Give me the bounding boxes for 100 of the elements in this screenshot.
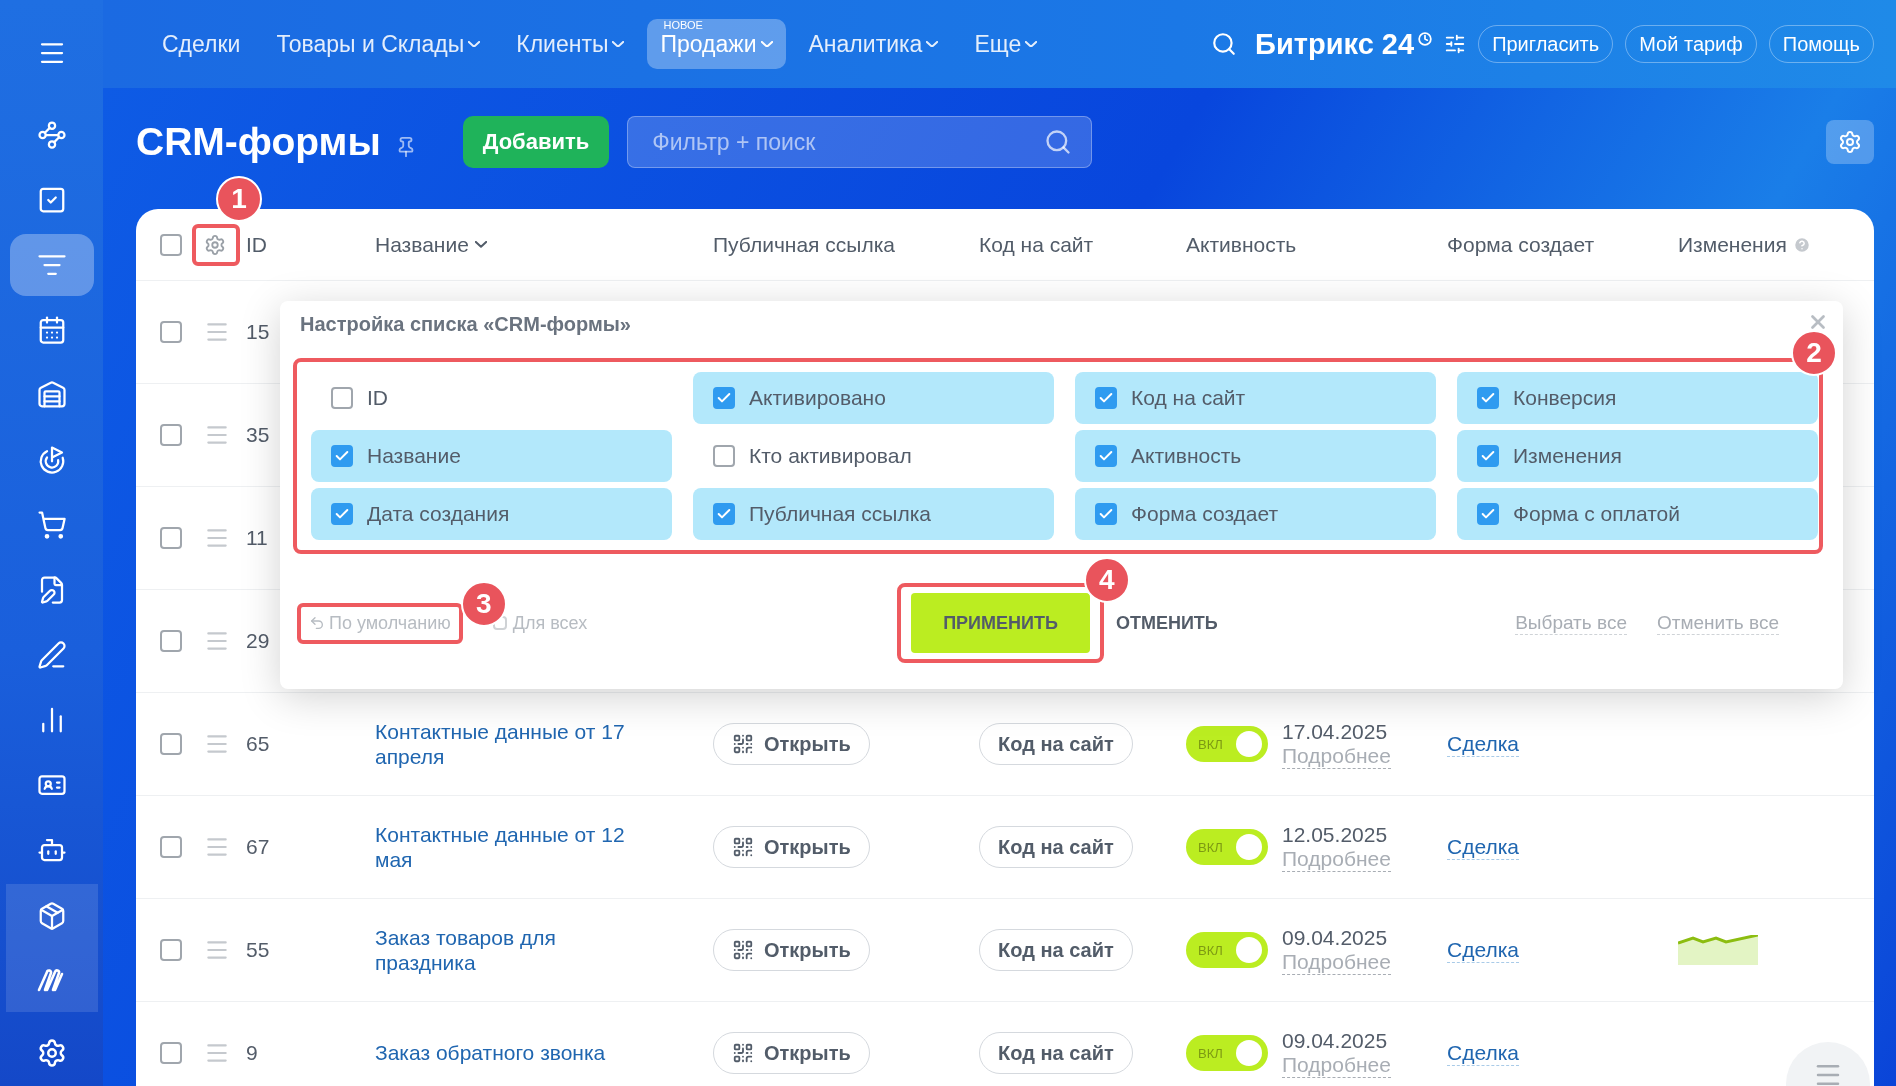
- settings-icon[interactable]: [204, 233, 226, 256]
- checkbox[interactable]: [160, 733, 182, 755]
- checkbox[interactable]: [713, 445, 735, 467]
- form-name-link[interactable]: Контактные данные от 17 апреля: [375, 718, 655, 770]
- search-icon[interactable]: [1044, 128, 1073, 156]
- new-label: НОВОЕ: [663, 20, 703, 31]
- column-header[interactable]: Название: [375, 232, 469, 257]
- entity-link[interactable]: Сделка: [1447, 834, 1519, 860]
- sidebar-item[interactable]: [9, 234, 94, 296]
- garage-icon: [36, 380, 67, 410]
- checkbox[interactable]: [160, 630, 182, 652]
- entity-link[interactable]: Сделка: [1447, 731, 1519, 757]
- column-option[interactable]: Активность: [1075, 430, 1436, 482]
- date-text: 09.04.2025: [1282, 1028, 1389, 1053]
- cancel-button[interactable]: ОТМЕНИТЬ: [1109, 611, 1224, 635]
- nav-tab[interactable]: Клиенты: [503, 19, 638, 69]
- undo-icon: [309, 615, 325, 631]
- sort-icon: [474, 241, 487, 248]
- column-option[interactable]: Форма создает: [1075, 488, 1436, 540]
- sidebar-item[interactable]: [5, 884, 98, 948]
- checkbox[interactable]: [160, 424, 182, 446]
- checkbox[interactable]: [160, 939, 182, 961]
- column-option[interactable]: Код на сайт: [1075, 372, 1436, 424]
- settings-icon: [36, 1038, 67, 1068]
- search-icon[interactable]: [1211, 31, 1238, 57]
- checkbox[interactable]: [1095, 387, 1117, 409]
- checkbox[interactable]: [1477, 503, 1499, 525]
- help-icon[interactable]: [1792, 235, 1811, 254]
- checkbox[interactable]: [331, 503, 353, 525]
- form-name-link[interactable]: Заказ товаров для праздника: [375, 924, 655, 976]
- site-code-button[interactable]: Код на сайт: [979, 929, 1133, 971]
- column-option[interactable]: Кто активировал: [693, 430, 1054, 482]
- open-button[interactable]: Открыть: [713, 929, 870, 971]
- checkbox[interactable]: [1095, 445, 1117, 467]
- id-cell: 65: [246, 732, 270, 756]
- checkbox[interactable]: [1477, 445, 1499, 467]
- column-option[interactable]: ID: [311, 372, 672, 424]
- highlight-frame: [192, 223, 240, 266]
- open-button[interactable]: Открыть: [713, 826, 870, 868]
- column-option[interactable]: Публичная ссылка: [693, 488, 1054, 540]
- checkbox[interactable]: [1477, 387, 1499, 409]
- checkbox[interactable]: [160, 233, 182, 256]
- entity-link[interactable]: Сделка: [1447, 1040, 1519, 1066]
- column-option[interactable]: Название: [311, 430, 672, 482]
- checkbox[interactable]: [331, 445, 353, 467]
- chevron-down-icon: [926, 40, 939, 48]
- cart-icon: [36, 510, 67, 540]
- sidebar-item[interactable]: [5, 948, 98, 1012]
- checkbox[interactable]: [713, 387, 735, 409]
- column-header: Публичная ссылка: [713, 232, 895, 257]
- id-cell: 29: [246, 629, 270, 653]
- column-option[interactable]: Конверсия: [1457, 372, 1818, 424]
- step-badge: 2: [1791, 330, 1837, 376]
- site-code-button[interactable]: Код на сайт: [979, 1032, 1133, 1074]
- checkbox[interactable]: [160, 527, 182, 549]
- option-label: Название: [367, 444, 461, 468]
- checkbox[interactable]: [160, 1042, 182, 1064]
- column-option[interactable]: Форма с оплатой: [1457, 488, 1818, 540]
- nav-tab[interactable]: Товары и Склады: [263, 19, 494, 69]
- checkbox[interactable]: [160, 836, 182, 858]
- chevron-down-icon: [612, 40, 625, 48]
- nav-tab[interactable]: Аналитика: [795, 19, 952, 69]
- column-header: Код на сайт: [979, 232, 1094, 257]
- open-button[interactable]: Открыть: [713, 1032, 870, 1074]
- option-label: Кто активировал: [749, 444, 912, 468]
- checkbox[interactable]: [713, 503, 735, 525]
- column-option[interactable]: Дата создания: [311, 488, 672, 540]
- column-option[interactable]: Активировано: [693, 372, 1054, 424]
- add-button[interactable]: Добавить: [462, 116, 610, 168]
- sliders-icon[interactable]: [1444, 33, 1467, 55]
- option-label: Дата создания: [367, 502, 510, 526]
- chevron-down-icon: [1025, 40, 1038, 48]
- apply-button[interactable]: ПРИМЕНИТЬ: [911, 593, 1090, 653]
- column-option[interactable]: Изменения: [1457, 430, 1818, 482]
- open-button[interactable]: Открыть: [713, 723, 870, 765]
- site-code-button[interactable]: Код на сайт: [979, 826, 1133, 868]
- option-label: Код на сайт: [1131, 386, 1246, 410]
- entity-link[interactable]: Сделка: [1447, 937, 1519, 963]
- checkbox[interactable]: [331, 387, 353, 409]
- form-name-link[interactable]: Контактные данные от 12 мая: [375, 821, 655, 873]
- qr-code-icon: [732, 836, 754, 858]
- checkbox[interactable]: [160, 321, 182, 343]
- logo: Битрикс 24: [1255, 27, 1415, 61]
- qr-code-icon: [732, 733, 754, 755]
- option-label: Изменения: [1513, 444, 1622, 468]
- date-text: 09.04.2025: [1282, 925, 1389, 950]
- checkbox[interactable]: [1095, 503, 1117, 525]
- nav-tab[interactable]: Сделки: [149, 19, 254, 69]
- settings-button[interactable]: [1826, 120, 1874, 164]
- nav-tab[interactable]: Еще: [961, 19, 1051, 69]
- form-name-link[interactable]: Заказ обратного звонка: [375, 1040, 606, 1066]
- chevron-down-icon: [468, 40, 481, 48]
- qr-code-icon: [732, 939, 754, 961]
- id-cell: 67: [246, 835, 270, 859]
- option-label: Форма создает: [1131, 502, 1279, 526]
- site-code-button[interactable]: Код на сайт: [979, 723, 1133, 765]
- qr-code-icon: [732, 1042, 754, 1064]
- step-badge: 4: [1083, 557, 1130, 603]
- step-badge: 1: [216, 175, 262, 222]
- column-header: Активность: [1186, 232, 1297, 257]
